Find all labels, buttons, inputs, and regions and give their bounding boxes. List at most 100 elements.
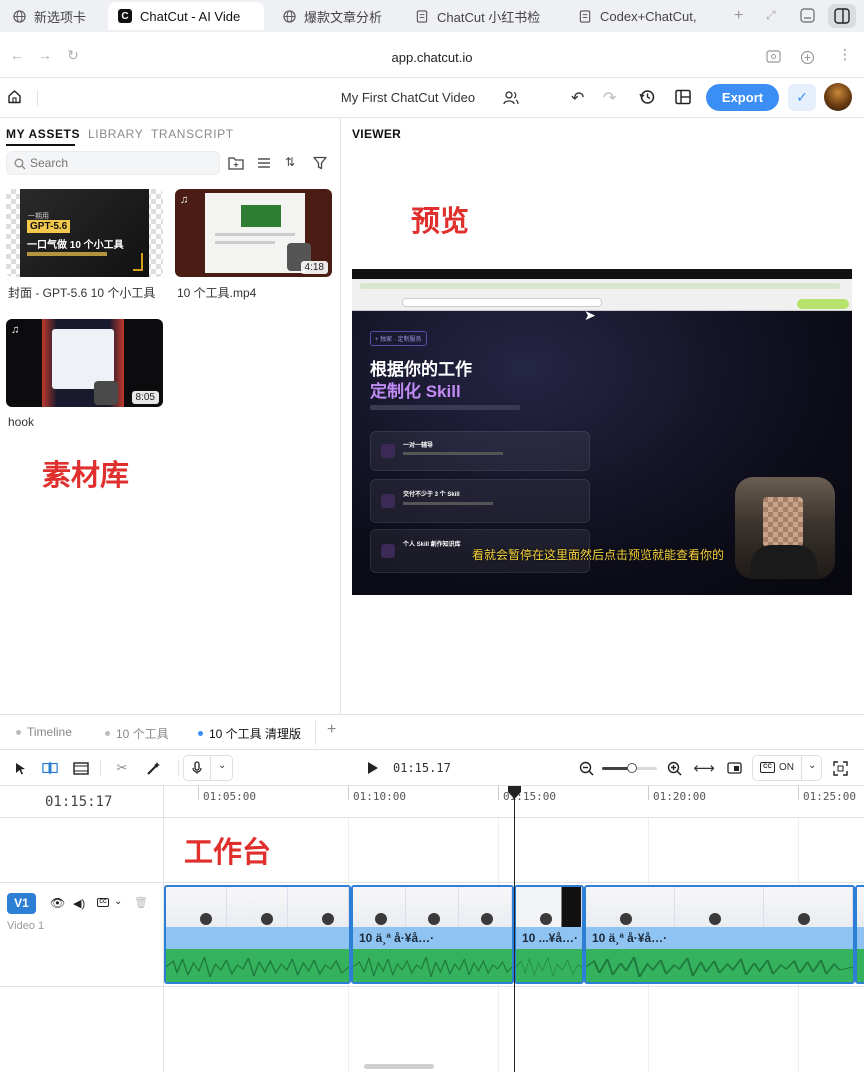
browser-tab-article[interactable]: 爆款文章分析 xyxy=(282,2,402,30)
avatar[interactable] xyxy=(824,83,852,111)
timeline-ruler[interactable]: 01:15:17 01:05:00 01:10:00 01:15:00 01:2… xyxy=(0,786,864,818)
timeline-clip[interactable] xyxy=(855,885,864,984)
decoration xyxy=(27,252,107,256)
trash-icon[interactable]: 🗑 xyxy=(134,896,148,909)
volume-icon[interactable]: ◀) xyxy=(73,897,85,910)
project-title[interactable]: My First ChatCut Video xyxy=(300,90,516,105)
filter-icon[interactable] xyxy=(313,156,327,175)
preview-card: 一对一辅导 xyxy=(370,431,590,471)
captions-toggle[interactable]: CC ON ⌄ xyxy=(752,755,822,781)
tab-label: Codex+ChatCut, xyxy=(600,8,697,24)
layout-icon[interactable] xyxy=(675,89,691,110)
horizontal-scrollbar[interactable] xyxy=(364,1064,434,1069)
sort-icon[interactable]: ⇅ xyxy=(285,155,295,169)
fullscreen-icon[interactable] xyxy=(832,760,848,776)
url-text[interactable]: app.chatcut.io xyxy=(0,50,864,65)
audio-waveform xyxy=(857,949,864,982)
sidebar-toggle-button[interactable] xyxy=(828,4,856,28)
snapping-icon[interactable] xyxy=(726,760,742,776)
play-button[interactable] xyxy=(367,761,379,780)
tab-timeline[interactable]: Timeline xyxy=(16,725,72,739)
zoom-out-icon[interactable] xyxy=(578,760,594,776)
preview-headline-accent: 定制化 Skill xyxy=(370,382,461,401)
search-field[interactable] xyxy=(6,151,220,175)
microphone-icon xyxy=(192,761,202,774)
ruler-label: 01:25:00 xyxy=(803,790,856,803)
tab-label: Timeline xyxy=(27,725,72,739)
home-icon[interactable] xyxy=(7,89,22,109)
captions-state: ON xyxy=(779,762,794,773)
divider xyxy=(801,755,802,781)
magic-wand-icon[interactable] xyxy=(145,760,161,776)
zoom-slider-handle[interactable] xyxy=(627,763,638,773)
playhead-time: 01:15:17 xyxy=(45,794,113,810)
add-timeline-button[interactable]: + xyxy=(327,721,336,739)
timeline-clip[interactable]: 10 ä¸ª å·¥å…· xyxy=(351,885,514,984)
new-tab-icon[interactable]: + xyxy=(734,7,743,25)
zoom-slider[interactable] xyxy=(602,763,657,773)
search-input[interactable] xyxy=(30,154,210,172)
undo-icon[interactable]: ↶ xyxy=(571,88,584,108)
screen-capture-icon[interactable] xyxy=(766,50,781,68)
chevron-down-icon: ⌄ xyxy=(808,760,817,771)
browser-tab-chatcut[interactable]: C ChatCut - AI Vide xyxy=(108,2,264,30)
redo-icon[interactable]: ↷ xyxy=(603,88,616,108)
timeline-clip[interactable] xyxy=(164,885,351,984)
tab-10-tools[interactable]: 10 个工具 xyxy=(105,725,169,742)
viewer-label: VIEWER xyxy=(352,127,402,141)
history-icon[interactable] xyxy=(639,89,655,110)
blurred-face xyxy=(763,497,803,547)
audio-waveform xyxy=(353,949,512,982)
asset-name: hook xyxy=(8,415,35,429)
expand-icon[interactable]: ⤢ xyxy=(766,8,776,23)
eye-icon[interactable]: 👁 xyxy=(50,896,65,910)
playhead-line[interactable] xyxy=(514,786,515,1072)
video-preview[interactable]: ➤ + 独家 · 定制服务 根据你的工作 定制化 Skill 一对一辅导 交付不… xyxy=(352,269,852,595)
dot-icon xyxy=(16,729,21,735)
clip-frames xyxy=(166,887,349,927)
tab-label: 新选项卡 xyxy=(34,9,87,25)
voiceover-dropdown[interactable]: ⌄ xyxy=(183,755,233,781)
audio-icon: ♫ xyxy=(11,324,20,336)
timeline-clip[interactable]: 10 ä¸ª å·¥å…· xyxy=(584,885,855,984)
ripple-edit-icon[interactable] xyxy=(42,760,58,776)
decoration xyxy=(360,283,840,289)
decoration xyxy=(52,329,114,389)
browser-tab-new[interactable]: 新选项卡 xyxy=(12,2,107,30)
asset-thumbnail-hook[interactable]: ♫ 8:05 xyxy=(6,319,163,407)
track-badge[interactable]: V1 xyxy=(7,893,36,914)
collaborators-icon[interactable] xyxy=(503,90,519,110)
decoration xyxy=(751,545,817,579)
divider xyxy=(210,755,211,781)
list-view-icon[interactable] xyxy=(257,156,271,175)
export-button[interactable]: Export xyxy=(706,84,779,111)
tab-transcript[interactable]: TRANSCRIPT xyxy=(151,127,234,141)
check-icon[interactable]: ✓ xyxy=(788,84,816,111)
fit-width-icon[interactable]: ⟷ xyxy=(693,760,715,777)
minimize-window-icon[interactable] xyxy=(800,8,815,28)
select-cursor-icon[interactable] xyxy=(12,760,28,776)
asset-thumbnail-video[interactable]: ♫ 4:18 xyxy=(175,189,332,277)
tab-10-tools-clean[interactable]: 10 个工具 清理版 xyxy=(198,725,301,742)
scissors-icon[interactable]: ✂ xyxy=(114,760,130,776)
browser-tab-codex[interactable]: Codex+ChatCut, xyxy=(578,2,713,30)
chevron-down-icon: ⌄ xyxy=(218,760,227,771)
cursor-icon: ➤ xyxy=(584,307,596,323)
new-folder-icon[interactable] xyxy=(228,156,244,175)
globe-icon xyxy=(282,9,296,23)
add-bookmark-icon[interactable] xyxy=(800,50,815,70)
document-icon xyxy=(578,9,592,23)
decoration xyxy=(381,494,395,508)
tab-my-assets[interactable]: MY ASSETS xyxy=(6,127,80,141)
captions-icon[interactable]: CC xyxy=(97,898,109,907)
asset-thumbnail-cover[interactable]: 一期用 GPT-5.6 一口气做 10 个小工具 xyxy=(6,189,163,277)
more-menu-icon[interactable]: ⋮ xyxy=(838,46,852,63)
playhead-handle[interactable] xyxy=(507,786,522,805)
zoom-in-icon[interactable] xyxy=(666,760,682,776)
browser-tab-xhs[interactable]: ChatCut 小红书检 xyxy=(415,2,555,30)
tab-library[interactable]: LIBRARY xyxy=(88,127,143,141)
chevron-down-icon[interactable]: ⌄ xyxy=(114,896,122,907)
timeline-clip[interactable]: 10 ...¥å…· xyxy=(514,885,584,984)
film-strip-icon[interactable] xyxy=(73,760,89,776)
decoration xyxy=(215,233,295,236)
